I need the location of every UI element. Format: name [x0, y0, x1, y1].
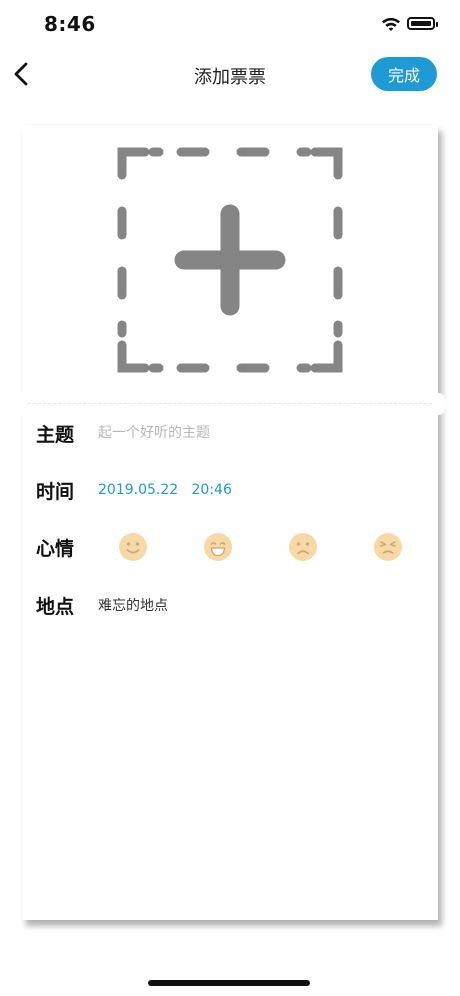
wifi-icon	[381, 16, 401, 32]
mood-grin-button[interactable]	[203, 532, 233, 562]
time-value[interactable]: 2019.05.22 20:46	[98, 482, 232, 498]
status-time: 8:46	[44, 12, 96, 36]
time-row: 时间 2019.05.22 20:46	[36, 473, 424, 507]
ticket-card: 主题 时间 2019.05.22 20:46 心情	[14, 125, 446, 920]
place-value[interactable]: 难忘的地点	[98, 595, 168, 615]
ticket-perforation	[28, 403, 432, 404]
mood-annoyed-button[interactable]	[373, 532, 403, 562]
image-picker[interactable]	[117, 147, 343, 373]
done-button[interactable]: 完成	[371, 57, 437, 91]
mood-row: 心情	[36, 530, 424, 564]
add-image-icon	[117, 147, 343, 373]
place-row: 地点 难忘的地点	[36, 588, 424, 622]
status-bar: 8:46	[0, 0, 460, 50]
smile-face-icon	[119, 533, 147, 561]
home-indicator	[148, 980, 310, 986]
mood-frown-button[interactable]	[288, 532, 318, 562]
annoyed-face-icon	[374, 533, 402, 561]
subject-row: 主题	[36, 416, 424, 450]
subject-label: 主题	[36, 423, 75, 446]
nav-bar: 添加票票 完成	[0, 50, 460, 100]
frown-face-icon	[289, 533, 317, 561]
mood-label: 心情	[36, 537, 75, 560]
ticket-notch-right	[432, 393, 446, 415]
mood-options	[98, 530, 424, 564]
battery-icon	[407, 17, 438, 30]
mood-smile-button[interactable]	[118, 532, 148, 562]
time-label: 时间	[36, 480, 75, 503]
subject-input[interactable]	[98, 425, 398, 441]
grin-face-icon	[204, 533, 232, 561]
ticket-notch-left	[14, 393, 28, 415]
place-label: 地点	[36, 595, 75, 618]
